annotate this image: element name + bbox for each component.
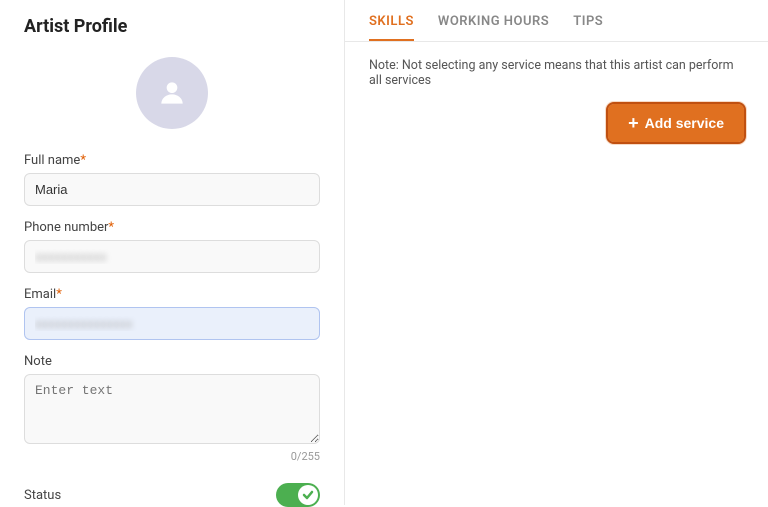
note-input[interactable] (24, 374, 320, 444)
status-label: Status (24, 488, 61, 503)
phone-number-group: Phone number* (24, 220, 320, 273)
right-content: Note: Not selecting any service means th… (345, 42, 768, 505)
person-icon (156, 77, 188, 109)
phone-required: * (108, 220, 114, 235)
status-row: Status (24, 483, 320, 507)
add-service-button[interactable]: + Add service (608, 104, 744, 142)
full-name-label: Full name* (24, 153, 320, 168)
phone-number-label: Phone number* (24, 220, 320, 235)
page-title: Artist Profile (24, 16, 320, 37)
email-label: Email* (24, 287, 320, 302)
left-panel: Artist Profile Full name* Phone number* (0, 0, 345, 505)
email-required: * (56, 287, 62, 302)
email-group: Email* (24, 287, 320, 340)
char-count: 0/255 (24, 450, 320, 463)
note-group: Note 0/255 (24, 354, 320, 463)
phone-number-input[interactable] (24, 240, 320, 273)
add-service-icon: + (628, 114, 639, 132)
note-label: Note (24, 354, 320, 369)
full-name-required: * (80, 153, 86, 168)
add-service-wrapper: + Add service (369, 104, 744, 142)
full-name-input[interactable] (24, 173, 320, 206)
email-input[interactable] (24, 307, 320, 340)
tab-working-hours[interactable]: WORKING HOURS (438, 0, 549, 41)
status-toggle[interactable] (276, 483, 320, 507)
avatar-container[interactable] (24, 57, 320, 129)
add-service-label: Add service (645, 115, 724, 131)
checkmark-icon (302, 489, 314, 501)
right-panel: SKILLS WORKING HOURS TIPS Note: Not sele… (345, 0, 768, 505)
toggle-knob (298, 485, 318, 505)
tab-skills[interactable]: SKILLS (369, 0, 414, 41)
tabs-bar: SKILLS WORKING HOURS TIPS (345, 0, 768, 42)
skills-note: Note: Not selecting any service means th… (369, 58, 744, 88)
avatar[interactable] (136, 57, 208, 129)
tab-tips[interactable]: TIPS (573, 0, 603, 41)
full-name-group: Full name* (24, 153, 320, 206)
